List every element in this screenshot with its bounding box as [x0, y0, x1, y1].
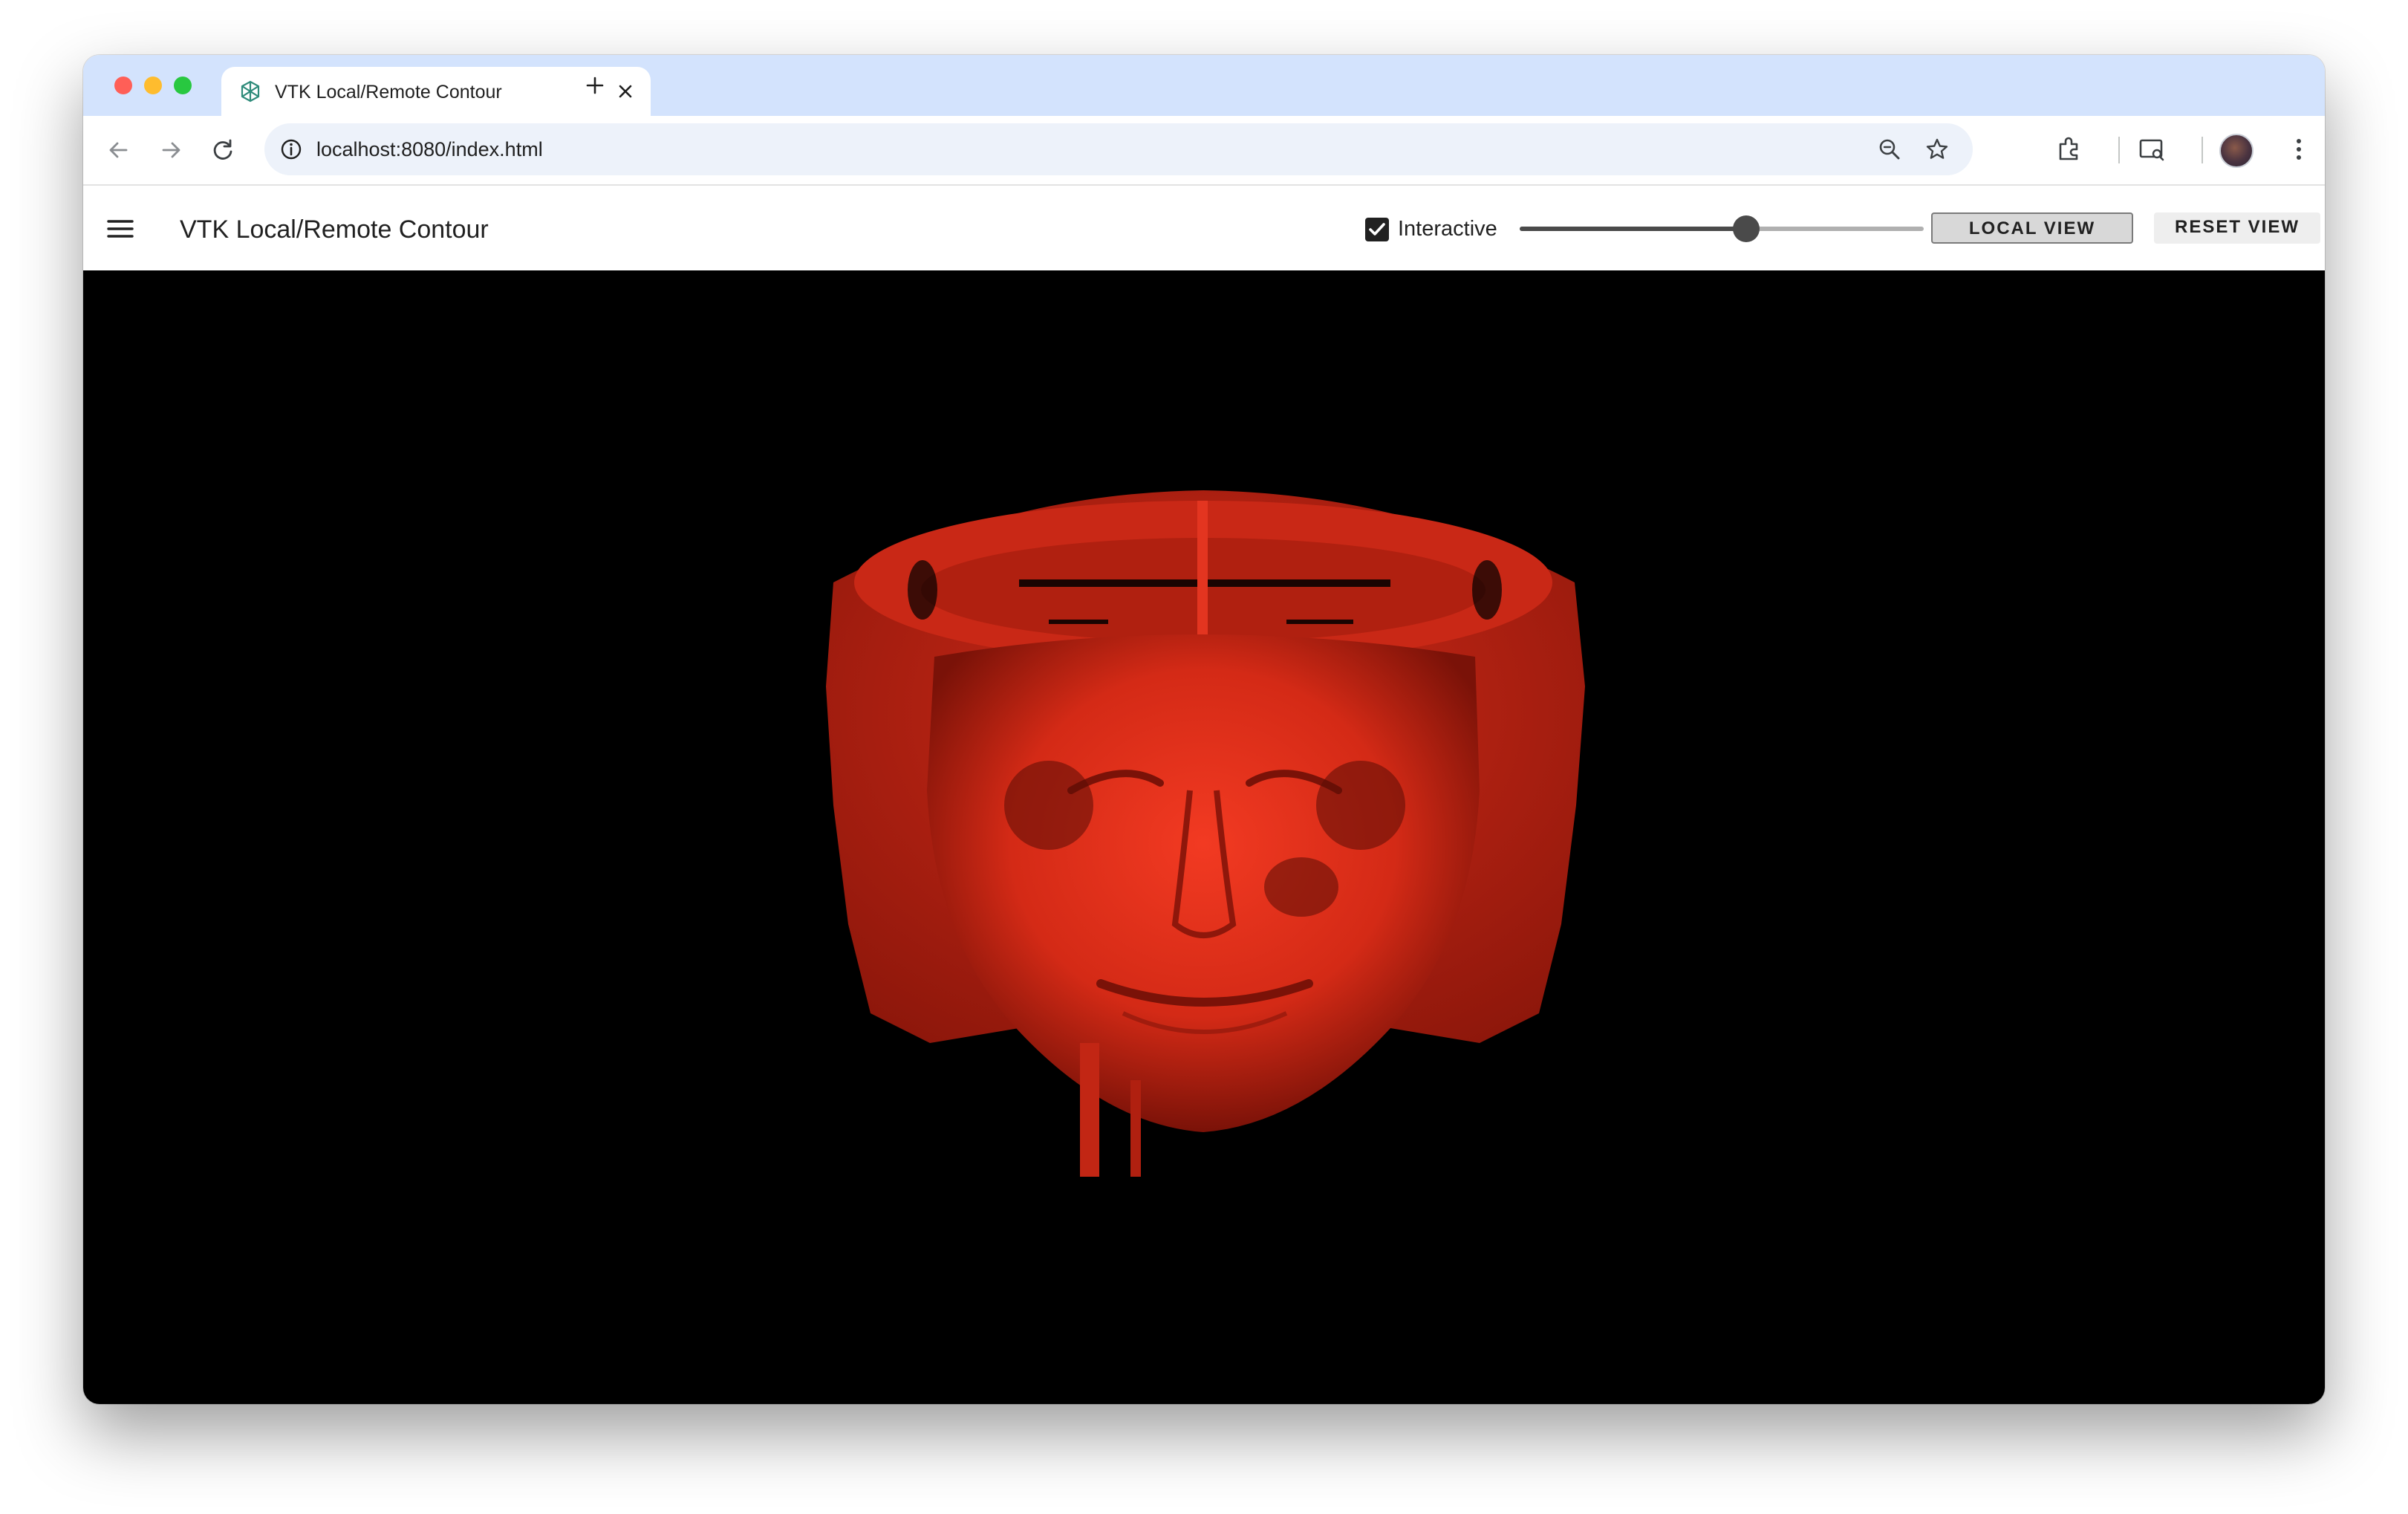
vtk-favicon-icon: [241, 80, 260, 103]
head-contour-render: [826, 490, 1585, 1177]
profile-avatar[interactable]: [2219, 134, 2254, 168]
forward-arrow-icon[interactable]: [154, 134, 187, 166]
interactive-checkbox[interactable]: [1365, 218, 1389, 241]
app-title: VTK Local/Remote Contour: [180, 215, 489, 244]
checkmark-icon: [1369, 223, 1385, 235]
info-icon[interactable]: [278, 136, 305, 163]
slider-fill: [1520, 227, 1746, 231]
close-tab-icon[interactable]: [614, 79, 637, 103]
star-icon[interactable]: [1922, 134, 1952, 164]
toolbar-separator: [2118, 137, 2120, 163]
tab-title: VTK Local/Remote Contour: [275, 82, 502, 103]
menu-icon[interactable]: [104, 212, 137, 245]
zoom-icon[interactable]: [1875, 134, 1904, 164]
close-window-button[interactable]: [114, 77, 132, 94]
address-bar[interactable]: localhost:8080/index.html: [264, 123, 1973, 175]
local-view-button[interactable]: LOCAL VIEW: [1931, 212, 2133, 244]
minimize-window-button[interactable]: [144, 77, 162, 94]
render-viewport[interactable]: [83, 270, 2325, 1404]
maximize-window-button[interactable]: [174, 77, 192, 94]
app-toolbar: VTK Local/Remote Contour Interactive LOC…: [83, 186, 2325, 270]
interactive-label: Interactive: [1398, 217, 1497, 241]
contour-slider[interactable]: [1520, 212, 1924, 245]
browser-window: VTK Local/Remote Contour localhost:8080/…: [83, 55, 2325, 1404]
reload-icon[interactable]: [206, 134, 239, 166]
new-tab-icon[interactable]: [582, 73, 608, 98]
tab-strip: VTK Local/Remote Contour: [83, 55, 2325, 116]
extensions-icon[interactable]: [2051, 132, 2086, 166]
reset-view-button[interactable]: RESET VIEW: [2154, 212, 2320, 244]
url-text: localhost:8080/index.html: [316, 138, 543, 160]
back-arrow-icon[interactable]: [102, 134, 135, 166]
slider-thumb[interactable]: [1732, 215, 1760, 242]
more-menu-icon[interactable]: [2282, 132, 2316, 166]
toolbar-separator: [2202, 137, 2203, 163]
browser-toolbar: localhost:8080/index.html: [83, 116, 2325, 186]
media-router-icon[interactable]: [2135, 132, 2169, 166]
